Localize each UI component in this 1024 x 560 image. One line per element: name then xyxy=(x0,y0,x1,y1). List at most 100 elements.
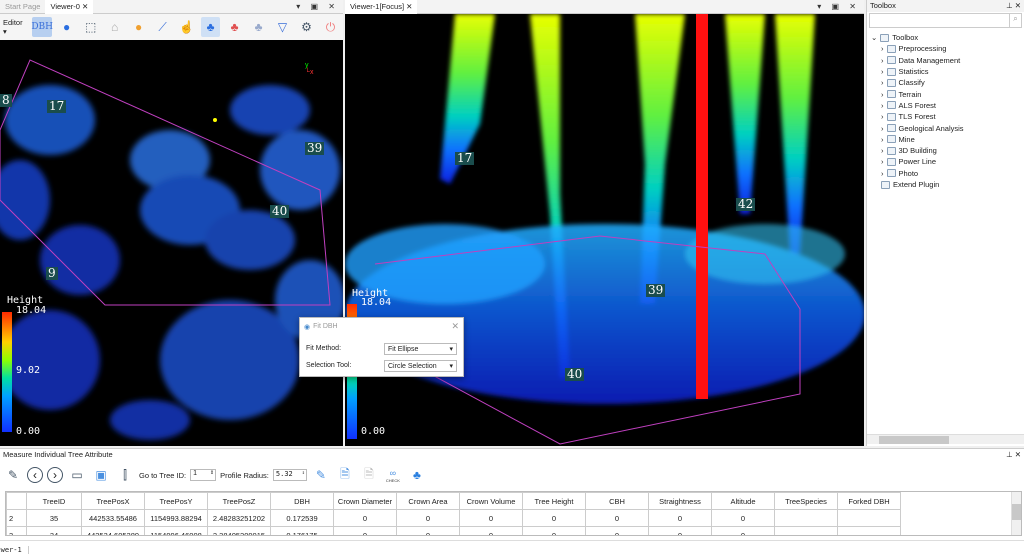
chevron-right-icon[interactable]: › xyxy=(881,124,884,133)
chevron-right-icon[interactable]: › xyxy=(881,112,884,121)
pin-close-icon[interactable]: ⊥ ✕ xyxy=(1006,450,1021,460)
table-cell[interactable]: 0 xyxy=(459,509,523,527)
toolbox-search[interactable]: ⌕ xyxy=(869,13,1022,28)
chevron-right-icon[interactable]: › xyxy=(881,157,884,166)
tree-label[interactable]: 17 xyxy=(455,152,475,165)
add-box-icon[interactable]: ⬚ xyxy=(81,17,100,37)
pencil-icon[interactable]: ✎ xyxy=(311,465,331,485)
chevron-right-icon[interactable]: › xyxy=(881,169,884,178)
tree-label[interactable]: 8 xyxy=(0,94,12,107)
tree-item-geological-analysis[interactable]: › Geological Analysis xyxy=(871,122,1020,133)
export-icon[interactable]: 🗎 xyxy=(335,465,355,485)
table-cell[interactable]: 0 xyxy=(585,526,649,535)
goto-tree-id-input[interactable]: 1 ⇕ xyxy=(190,469,217,481)
tab-viewer-0[interactable]: Viewer-0 ✕ xyxy=(45,0,94,14)
table-cell[interactable]: 0 xyxy=(585,509,649,527)
delete-record-icon[interactable]: 🗎 xyxy=(359,465,379,485)
edit-document-icon[interactable]: ✎ xyxy=(3,465,23,485)
table-cell[interactable]: 2.38405209015 xyxy=(207,526,271,535)
table-cell[interactable]: 0 xyxy=(396,509,460,527)
table-cell[interactable]: 0 xyxy=(522,509,586,527)
tree-label[interactable]: 39 xyxy=(646,284,666,297)
tree-segment-icon[interactable]: ● xyxy=(57,17,76,37)
next-icon[interactable]: › xyxy=(47,467,63,483)
table-row[interactable]: 3 34 442534.605289 1154996.46008 2.384052090… xyxy=(6,526,901,535)
chevron-right-icon[interactable]: › xyxy=(881,135,884,144)
table-cell[interactable]: 3 xyxy=(6,526,27,535)
table-cell[interactable]: 0.172539 xyxy=(270,509,334,527)
table-cell[interactable]: 0 xyxy=(648,526,712,535)
table-cell[interactable] xyxy=(837,526,901,535)
table-cell[interactable] xyxy=(774,509,838,527)
table-cell[interactable]: 0 xyxy=(711,526,775,535)
window-controls[interactable]: ▾ ▣ ✕ xyxy=(817,2,864,11)
tree-item-extend-plugin[interactable]: Extend Plugin xyxy=(871,179,1020,190)
chevron-down-icon[interactable]: ⌄ xyxy=(871,33,877,42)
pin-close-icon[interactable]: ⊥ ✕ xyxy=(1006,1,1021,11)
column-header[interactable]: Crown Diameter xyxy=(333,492,397,510)
chevron-right-icon[interactable]: › xyxy=(881,78,884,87)
triangulation-icon[interactable]: ▽ xyxy=(273,17,292,37)
fit-method-select[interactable]: Fit Ellipse ▾ xyxy=(384,343,457,355)
column-header[interactable]: Crown Volume xyxy=(459,492,523,510)
tab-start-page[interactable]: Start Page xyxy=(0,0,45,14)
tree-item-3d-building[interactable]: › 3D Building xyxy=(871,145,1020,156)
spin-icon[interactable]: ⇕ xyxy=(210,470,214,476)
tree-root-toolbox[interactable]: ⌄ Toolbox xyxy=(871,32,1020,43)
table-cell[interactable]: 35 xyxy=(26,509,82,527)
tree-item-data-management[interactable]: › Data Management xyxy=(871,55,1020,66)
column-header[interactable]: TreeID xyxy=(26,492,82,510)
column-header[interactable]: TreePosX xyxy=(81,492,145,510)
table-cell[interactable]: 34 xyxy=(26,526,82,535)
table-cell[interactable]: 0 xyxy=(459,526,523,535)
table-cell[interactable]: 0 xyxy=(648,509,712,527)
chevron-right-icon[interactable]: › xyxy=(881,56,884,65)
check-icon[interactable]: ∞ CHECK xyxy=(383,465,403,485)
column-header[interactable]: Altitude xyxy=(711,492,775,510)
tab-viewer-1[interactable]: Viewer-1[Focus] ✕ xyxy=(345,0,418,14)
table-cell[interactable]: 442534.605289 xyxy=(81,526,145,535)
tree-item-tls-forest[interactable]: › TLS Forest xyxy=(871,111,1020,122)
column-header[interactable]: Tree Height xyxy=(522,492,586,510)
tree-label[interactable]: 40 xyxy=(270,205,290,218)
table-row[interactable]: 2 35 442533.55486 1154993.88294 2.4828325120… xyxy=(6,509,901,527)
selection-tool-select[interactable]: Circle Selection ▾ xyxy=(384,360,457,372)
scrollbar-thumb[interactable] xyxy=(879,436,949,444)
chevron-right-icon[interactable]: › xyxy=(881,44,884,53)
settings-icon[interactable]: ⚙ xyxy=(297,17,316,37)
hand-tree-icon[interactable]: ☝ xyxy=(177,17,196,37)
chevron-right-icon[interactable]: › xyxy=(881,146,884,155)
tree-merge-icon[interactable]: ♣ xyxy=(225,17,244,37)
column-header[interactable]: TreePosY xyxy=(144,492,208,510)
tree-item-power-line[interactable]: › Power Line xyxy=(871,156,1020,167)
column-header[interactable]: TreePosZ xyxy=(207,492,271,510)
column-header[interactable]: Forked DBH xyxy=(837,492,901,510)
table-cell[interactable]: 0 xyxy=(333,526,397,535)
spin-icon[interactable]: ⇕ xyxy=(302,470,305,476)
tree-icon[interactable]: ♣ xyxy=(407,465,427,485)
dbh-icon[interactable]: DBH xyxy=(31,17,53,37)
tree-label[interactable]: 42 xyxy=(736,198,756,211)
tree-height-icon[interactable]: ♣ xyxy=(201,17,221,37)
column-header[interactable]: CBH xyxy=(585,492,649,510)
profile-chart-icon[interactable]: ⟋ xyxy=(153,17,172,37)
column-header[interactable]: Straightness xyxy=(648,492,712,510)
table-cell[interactable] xyxy=(837,509,901,527)
tree-item-als-forest[interactable]: › ALS Forest xyxy=(871,100,1020,111)
chevron-right-icon[interactable]: › xyxy=(881,67,884,76)
tree-item-statistics[interactable]: › Statistics xyxy=(871,66,1020,77)
height-measure-icon[interactable]: ⫿ xyxy=(115,465,135,485)
vertical-scrollbar[interactable] xyxy=(1011,492,1021,535)
tree-label[interactable]: 9 xyxy=(46,267,58,280)
window-controls[interactable]: ▾ ▣ ✕ xyxy=(296,2,343,11)
tree-attribute-icon[interactable]: ♣ xyxy=(249,17,268,37)
ruler-icon[interactable]: ▭ xyxy=(67,465,87,485)
table-cell[interactable]: 1154993.88294 xyxy=(144,509,208,527)
tree-item-photo[interactable]: › Photo xyxy=(871,168,1020,179)
tree-label[interactable]: 17 xyxy=(47,100,67,113)
previous-icon[interactable]: ‹ xyxy=(27,467,43,483)
viewer-0-canvas[interactable]: 17 39 40 9 8 y └x Height 18.04 9.02 0.00 xyxy=(0,40,343,446)
column-header[interactable]: TreeSpecies xyxy=(774,492,838,510)
chevron-right-icon[interactable]: › xyxy=(881,90,884,99)
table-cell[interactable] xyxy=(774,526,838,535)
